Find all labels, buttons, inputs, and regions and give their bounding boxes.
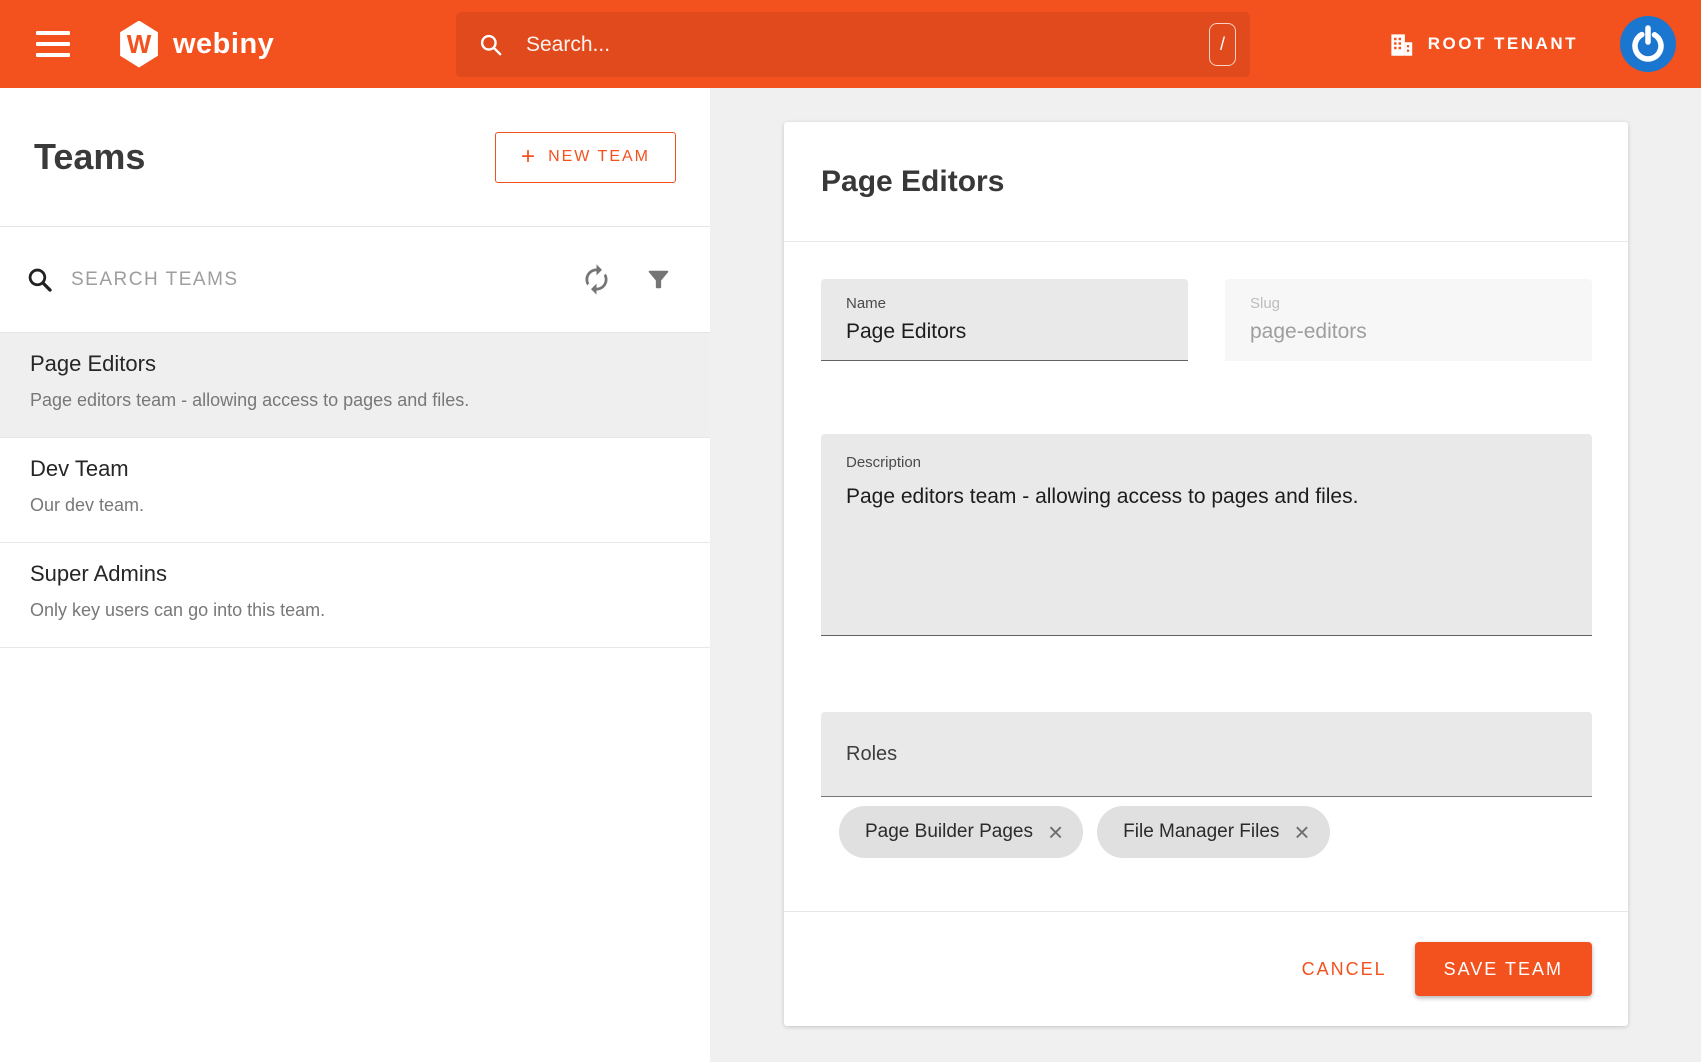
- teams-list-panel: Teams + NEW TEAM: [0, 88, 710, 1062]
- save-team-button[interactable]: SAVE TEAM: [1415, 942, 1592, 996]
- description-field-label: Description: [846, 454, 1592, 471]
- roles-field[interactable]: Roles: [821, 712, 1592, 797]
- page-title: Teams: [34, 136, 145, 178]
- global-search[interactable]: /: [456, 12, 1250, 77]
- description-field[interactable]: Description Page editors team - allowing…: [821, 434, 1592, 636]
- team-list-item-dev-team[interactable]: Dev Team Our dev team.: [0, 438, 710, 543]
- cancel-button[interactable]: CANCEL: [1276, 942, 1413, 996]
- building-icon: [1388, 31, 1415, 58]
- team-name: Super Admins: [30, 560, 680, 588]
- team-name: Page Editors: [30, 350, 680, 378]
- team-description: Page editors team - allowing access to p…: [30, 389, 680, 411]
- tenant-label: ROOT TENANT: [1428, 34, 1578, 54]
- name-field[interactable]: Name Page Editors: [821, 279, 1188, 361]
- team-list: Page Editors Page editors team - allowin…: [0, 333, 710, 648]
- search-icon: [26, 266, 54, 294]
- team-form-card: Page Editors Name Page Editors Slug page…: [784, 122, 1628, 1026]
- slash-shortcut-badge: /: [1209, 23, 1236, 66]
- new-team-button[interactable]: + NEW TEAM: [495, 132, 676, 183]
- user-avatar[interactable]: [1620, 16, 1676, 72]
- slug-field: Slug page-editors: [1225, 279, 1592, 361]
- chip-file-manager-files[interactable]: File Manager Files ×: [1097, 806, 1329, 858]
- roles-field-label: Roles: [846, 743, 897, 766]
- slug-field-label: Slug: [1250, 295, 1592, 312]
- roles-chips: Page Builder Pages × File Manager Files …: [839, 806, 1592, 911]
- remove-chip-icon[interactable]: ×: [1294, 819, 1309, 845]
- webiny-hexagon-icon: W: [118, 21, 160, 68]
- name-field-value: Page Editors: [846, 320, 1188, 344]
- chip-page-builder-pages[interactable]: Page Builder Pages ×: [839, 806, 1083, 858]
- description-field-value: Page editors team - allowing access to p…: [846, 485, 1592, 509]
- plus-icon: +: [521, 143, 535, 171]
- team-list-item-super-admins[interactable]: Super Admins Only key users can go into …: [0, 543, 710, 648]
- filter-funnel-icon: [645, 266, 672, 293]
- search-icon: [478, 32, 504, 58]
- webiny-logo[interactable]: W webiny: [118, 21, 274, 68]
- team-description: Our dev team.: [30, 494, 680, 516]
- team-form-title: Page Editors: [821, 165, 1004, 199]
- name-field-label: Name: [846, 295, 1188, 312]
- global-search-input[interactable]: [526, 33, 1209, 57]
- menu-icon[interactable]: [36, 31, 70, 57]
- team-description: Only key users can go into this team.: [30, 599, 680, 621]
- refresh-icon: [580, 263, 613, 296]
- team-details-panel: Page Editors Name Page Editors Slug page…: [710, 88, 1701, 1062]
- teams-search-bar: [0, 226, 710, 333]
- team-list-item-page-editors[interactable]: Page Editors Page editors team - allowin…: [0, 333, 710, 438]
- tenant-selector[interactable]: ROOT TENANT: [1388, 31, 1578, 58]
- app-header: W webiny / ROOT TENANT: [0, 0, 1701, 88]
- remove-chip-icon[interactable]: ×: [1048, 819, 1063, 845]
- slug-field-value: page-editors: [1250, 320, 1592, 344]
- filter-button[interactable]: [645, 266, 672, 293]
- team-name: Dev Team: [30, 455, 680, 483]
- teams-search-input[interactable]: [71, 269, 580, 291]
- refresh-button[interactable]: [580, 263, 613, 296]
- logo-wordmark: webiny: [173, 28, 274, 61]
